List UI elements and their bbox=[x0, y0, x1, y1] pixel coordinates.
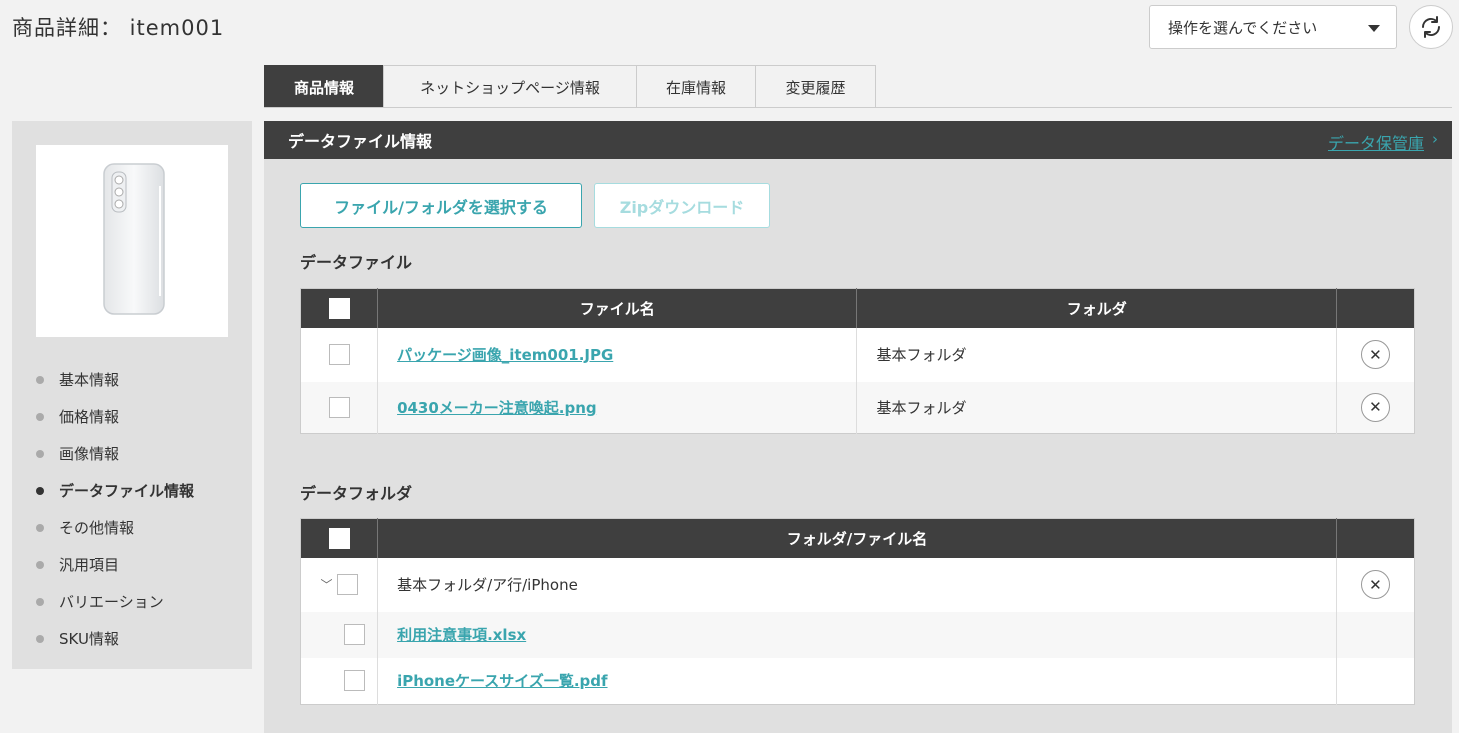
select-file-folder-button[interactable]: ファイル/フォルダを選択する bbox=[300, 183, 582, 228]
bullet-icon bbox=[36, 486, 44, 495]
sidebar-item-label: 画像情報 bbox=[59, 445, 120, 463]
select-all-checkbox[interactable] bbox=[328, 527, 350, 549]
product-image bbox=[36, 145, 228, 337]
folder-cell: 基本フォルダ bbox=[856, 381, 1337, 434]
action-select[interactable]: 操作を選んでください bbox=[1149, 5, 1397, 49]
sidebar-item-basic-info[interactable]: 基本情報 bbox=[36, 361, 194, 398]
bullet-icon bbox=[36, 523, 44, 532]
tab-label: 変更履歴 bbox=[785, 78, 846, 97]
datafile-table: ファイル名 フォルダ パッケージ画像_item001.JPG 基本フォルダ ✕ … bbox=[300, 288, 1415, 434]
tab-bar: 商品情報 ネットショップページ情報 在庫情報 変更履歴 bbox=[264, 65, 876, 108]
tab-divider bbox=[264, 107, 1452, 108]
file-link[interactable]: パッケージ画像_item001.JPG bbox=[397, 346, 613, 364]
row-checkbox[interactable] bbox=[328, 344, 350, 365]
folder-header: フォルダ bbox=[856, 288, 1337, 328]
zip-download-button[interactable]: Zipダウンロード bbox=[594, 183, 770, 228]
delete-header bbox=[1336, 288, 1415, 328]
select-all-checkbox[interactable] bbox=[328, 297, 350, 319]
refresh-icon bbox=[1422, 16, 1440, 38]
file-name-cell: 0430メーカー注意喚起.png bbox=[377, 381, 858, 434]
row-checkbox-cell bbox=[300, 381, 379, 434]
delete-header bbox=[1336, 518, 1415, 558]
file-name-header: ファイル名 bbox=[377, 288, 858, 328]
file-link[interactable]: 利用注意事項.xlsx bbox=[397, 626, 526, 644]
file-link[interactable]: iPhoneケースサイズ一覧.pdf bbox=[397, 672, 607, 690]
tab-netshop-page-info[interactable]: ネットショップページ情報 bbox=[383, 65, 637, 108]
datafolder-heading: データフォルダ bbox=[300, 484, 413, 503]
sidebar-item-label: 基本情報 bbox=[59, 371, 120, 389]
bullet-icon bbox=[36, 375, 44, 384]
delete-icon[interactable]: ✕ bbox=[1360, 570, 1390, 599]
tab-label: 在庫情報 bbox=[665, 78, 726, 97]
sidebar-item-price-info[interactable]: 価格情報 bbox=[36, 398, 194, 435]
row-checkbox[interactable] bbox=[343, 670, 365, 692]
action-select-label: 操作を選んでください bbox=[1168, 18, 1318, 37]
sidebar: 基本情報 価格情報 画像情報 データファイル情報 その他情報 汎用項目 バリエー… bbox=[12, 121, 252, 669]
sidebar-item-datafile-info[interactable]: データファイル情報 bbox=[36, 472, 194, 509]
bullet-icon bbox=[36, 412, 44, 421]
folder-path-cell: 基本フォルダ/ア行/iPhone bbox=[377, 557, 1337, 612]
delete-cell: ✕ bbox=[1336, 558, 1414, 612]
chevron-right-icon: › bbox=[1432, 130, 1438, 148]
row-checkbox[interactable] bbox=[343, 624, 365, 645]
table-row: 0430メーカー注意喚起.png 基本フォルダ ✕ bbox=[300, 381, 1415, 434]
sidebar-item-image-info[interactable]: 画像情報 bbox=[36, 435, 194, 472]
refresh-button[interactable] bbox=[1409, 5, 1453, 49]
tab-label: 商品情報 bbox=[293, 78, 354, 97]
sidebar-item-sku-info[interactable]: SKU情報 bbox=[36, 620, 194, 657]
delete-icon[interactable]: ✕ bbox=[1360, 392, 1390, 422]
select-all-header bbox=[300, 518, 379, 558]
caret-down-icon bbox=[1368, 25, 1380, 32]
file-name-cell: iPhoneケースサイズ一覧.pdf bbox=[377, 657, 1337, 705]
bullet-icon bbox=[36, 560, 44, 569]
page-title: 商品詳細： item001 bbox=[12, 16, 225, 40]
sidebar-item-label: SKU情報 bbox=[59, 630, 119, 648]
file-name-cell: 利用注意事項.xlsx bbox=[377, 611, 1337, 658]
row-checkbox-cell: ﹀ bbox=[300, 557, 379, 612]
main-panel: データファイル情報 データ保管庫 › ファイル/フォルダを選択する Zipダウン… bbox=[264, 121, 1452, 733]
datafolder-table: フォルダ/ファイル名 ﹀ 基本フォルダ/ア行/iPhone ✕ 利用注意事項.x… bbox=[300, 518, 1415, 705]
section-header: データファイル情報 データ保管庫 › bbox=[264, 121, 1452, 159]
sidebar-nav: 基本情報 価格情報 画像情報 データファイル情報 その他情報 汎用項目 バリエー… bbox=[36, 361, 194, 657]
sidebar-item-label: その他情報 bbox=[59, 519, 135, 537]
row-checkbox-cell bbox=[300, 657, 379, 705]
tab-inventory-info[interactable]: 在庫情報 bbox=[636, 65, 756, 108]
sidebar-item-other-info[interactable]: その他情報 bbox=[36, 509, 194, 546]
chevron-down-icon[interactable]: ﹀ bbox=[321, 576, 333, 593]
delete-cell: ✕ bbox=[1336, 382, 1414, 434]
sidebar-item-variations[interactable]: バリエーション bbox=[36, 583, 194, 620]
bullet-icon bbox=[36, 597, 44, 606]
file-link[interactable]: 0430メーカー注意喚起.png bbox=[397, 399, 597, 417]
delete-icon[interactable]: ✕ bbox=[1360, 340, 1390, 369]
table-row: パッケージ画像_item001.JPG 基本フォルダ ✕ bbox=[300, 327, 1415, 382]
sidebar-item-label: 価格情報 bbox=[59, 408, 120, 426]
row-checkbox[interactable] bbox=[328, 396, 350, 418]
bullet-icon bbox=[36, 449, 44, 458]
delete-cell: ✕ bbox=[1336, 328, 1414, 382]
delete-cell bbox=[1336, 658, 1414, 705]
folder-file-name-header: フォルダ/ファイル名 bbox=[377, 518, 1337, 558]
data-storage-link[interactable]: データ保管庫 bbox=[1328, 130, 1424, 154]
sidebar-item-label: 汎用項目 bbox=[59, 556, 120, 574]
tab-product-info[interactable]: 商品情報 bbox=[264, 65, 384, 108]
folder-child-row: iPhoneケースサイズ一覧.pdf bbox=[300, 657, 1415, 705]
bullet-icon bbox=[36, 634, 44, 643]
tab-change-history[interactable]: 変更履歴 bbox=[755, 65, 876, 108]
folder-row: ﹀ 基本フォルダ/ア行/iPhone ✕ bbox=[300, 557, 1415, 612]
folder-child-row: 利用注意事項.xlsx bbox=[300, 611, 1415, 658]
row-checkbox-cell bbox=[300, 611, 379, 658]
section-title: データファイル情報 bbox=[288, 132, 433, 151]
file-name-cell: パッケージ画像_item001.JPG bbox=[377, 327, 858, 382]
select-all-header bbox=[300, 288, 379, 328]
tab-label: ネットショップページ情報 bbox=[420, 78, 600, 97]
row-checkbox[interactable] bbox=[336, 574, 358, 595]
sidebar-item-label: バリエーション bbox=[59, 593, 164, 611]
datafile-heading: データファイル bbox=[300, 253, 413, 272]
sidebar-item-generic-fields[interactable]: 汎用項目 bbox=[36, 546, 194, 583]
delete-cell bbox=[1336, 612, 1414, 658]
sidebar-item-label: データファイル情報 bbox=[59, 482, 195, 500]
row-checkbox-cell bbox=[300, 327, 379, 382]
folder-cell: 基本フォルダ bbox=[856, 327, 1337, 382]
